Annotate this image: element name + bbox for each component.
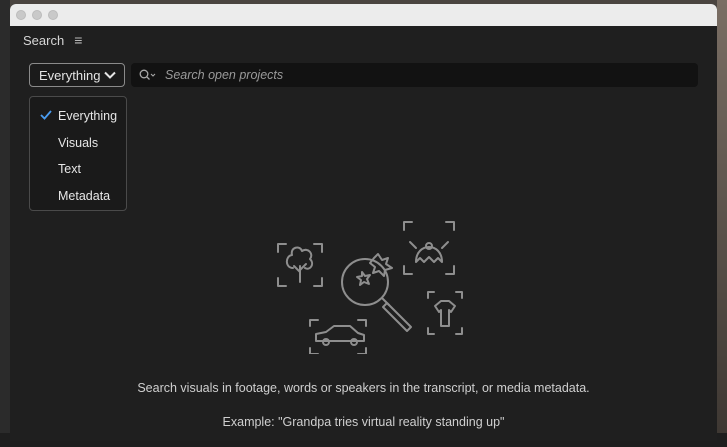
scope-menu: Everything Visuals Text Metadata [29,96,127,211]
menu-item-everything[interactable]: Everything [30,103,126,130]
search-icon [139,69,156,80]
tree-icon [277,243,323,287]
minimize-window-button[interactable] [32,10,42,20]
close-window-button[interactable] [16,10,26,20]
title-bar [10,4,717,26]
panel-header: Search ≡ [10,26,717,54]
zoom-window-button[interactable] [48,10,58,20]
menu-item-text[interactable]: Text [30,156,126,183]
panel-title: Search [23,32,65,48]
shirt-icon [427,291,463,335]
search-row: Everything [29,63,698,87]
search-input[interactable] [163,67,687,83]
background-left [0,0,10,447]
menu-item-label: Visuals [58,135,99,150]
car-icon [309,319,367,354]
background-right [717,0,727,447]
menu-item-label: Everything [58,109,118,124]
hamburger-menu-icon[interactable]: ≡ [74,33,82,47]
chevron-down-icon [104,71,116,79]
menu-item-label: Text [58,162,81,177]
search-illustration [277,221,463,354]
search-window: Search ≡ Everything Everything Visu [10,4,717,441]
empty-state-description: Search visuals in footage, words or spea… [137,381,590,395]
menu-item-visuals[interactable]: Visuals [30,130,126,157]
search-field[interactable] [131,63,698,87]
menu-item-label: Metadata [58,188,111,203]
scope-dropdown-label: Everything [39,67,101,83]
menu-item-metadata[interactable]: Metadata [30,183,126,210]
empty-state-example: Example: "Grandpa tries virtual reality … [222,415,505,429]
checkmark-icon [40,110,52,120]
magnifier-icon [341,253,412,332]
monster-icon [403,221,455,275]
scope-dropdown[interactable]: Everything [29,63,125,87]
